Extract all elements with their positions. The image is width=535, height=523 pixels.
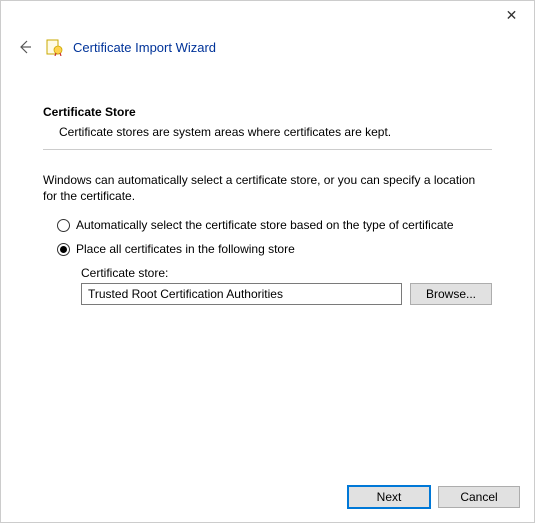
- browse-button[interactable]: Browse...: [410, 283, 492, 305]
- divider: [43, 149, 492, 150]
- content-area: Certificate Store Certificate stores are…: [1, 67, 534, 305]
- section-description: Certificate stores are system areas wher…: [43, 125, 492, 139]
- wizard-header: Certificate Import Wizard: [1, 31, 534, 67]
- section-title: Certificate Store: [43, 105, 492, 119]
- radio-icon: [57, 243, 70, 256]
- radio-manual-label: Place all certificates in the following …: [76, 242, 295, 256]
- close-icon: ✕: [506, 7, 518, 24]
- close-button[interactable]: ✕: [489, 1, 534, 29]
- intro-text: Windows can automatically select a certi…: [43, 172, 492, 204]
- back-arrow-icon: [17, 39, 33, 55]
- titlebar: ✕: [1, 1, 534, 31]
- wizard-title: Certificate Import Wizard: [73, 40, 216, 55]
- radio-auto-select[interactable]: Automatically select the certificate sto…: [57, 218, 492, 232]
- store-block: Certificate store: Browse...: [57, 266, 492, 305]
- next-button[interactable]: Next: [348, 486, 430, 508]
- footer-buttons: Next Cancel: [348, 486, 520, 508]
- radio-icon: [57, 219, 70, 232]
- store-field-label: Certificate store:: [81, 266, 492, 280]
- certificate-icon: [45, 38, 63, 56]
- store-selection-group: Automatically select the certificate sto…: [43, 218, 492, 305]
- cancel-button[interactable]: Cancel: [438, 486, 520, 508]
- radio-manual-select[interactable]: Place all certificates in the following …: [57, 242, 492, 256]
- store-row: Browse...: [81, 283, 492, 305]
- radio-auto-label: Automatically select the certificate sto…: [76, 218, 454, 232]
- certificate-store-input[interactable]: [81, 283, 402, 305]
- back-button[interactable]: [15, 37, 35, 57]
